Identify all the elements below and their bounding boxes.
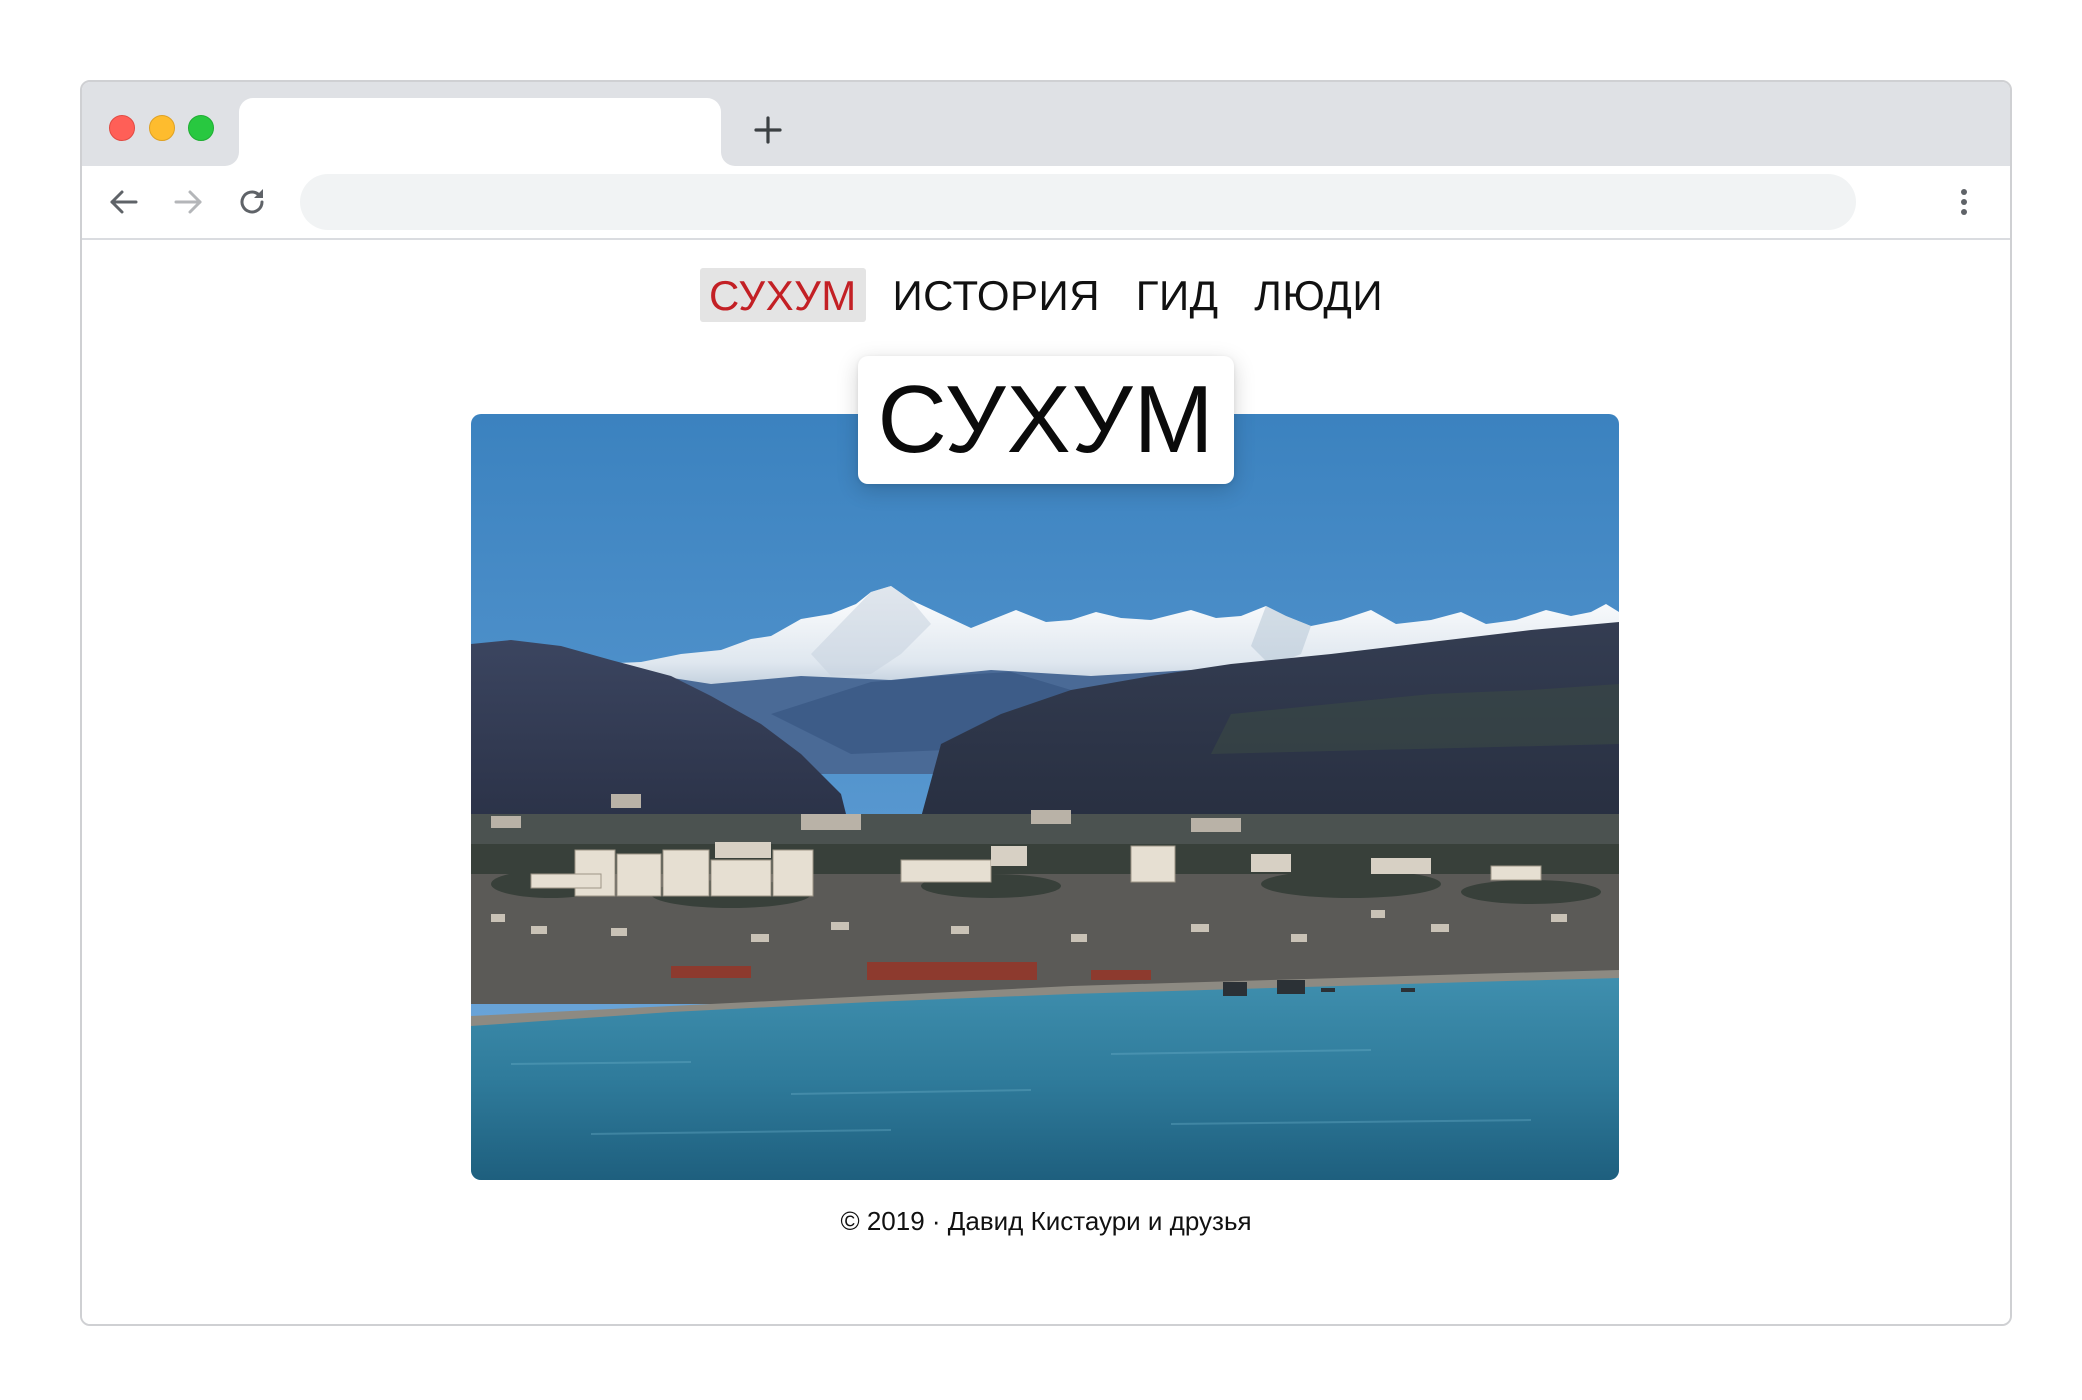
browser-toolbar: [82, 166, 2010, 240]
minimize-window-button[interactable]: [149, 115, 175, 141]
close-window-button[interactable]: [109, 115, 135, 141]
page-title: СУХУМ: [877, 366, 1215, 473]
maximize-window-button[interactable]: [188, 115, 214, 141]
new-tab-button[interactable]: [750, 112, 786, 148]
nav-link-people[interactable]: ЛЮДИ: [1245, 268, 1392, 322]
reload-icon: [240, 189, 264, 214]
address-bar[interactable]: [300, 174, 1856, 230]
nav-link-history[interactable]: ИСТОРИЯ: [883, 268, 1109, 322]
back-button[interactable]: [106, 184, 142, 220]
browser-menu-button[interactable]: [1946, 184, 1982, 220]
reload-button[interactable]: [234, 184, 270, 220]
nav-link-sukhum[interactable]: СУХУМ: [699, 268, 866, 322]
forward-button[interactable]: [170, 184, 206, 220]
kebab-menu-icon: [1961, 189, 1967, 215]
page-footer: © 2019 · Давид Кистаури и друзья: [82, 1206, 2010, 1237]
nav-link-guide[interactable]: ГИД: [1127, 268, 1228, 322]
arrow-right-icon: [174, 190, 202, 214]
page-title-card: СУХУМ: [858, 356, 1234, 484]
browser-tab[interactable]: [239, 98, 721, 166]
hero-photo: [471, 414, 1619, 1180]
page-viewport: СУХУМ ИСТОРИЯ ГИД ЛЮДИ СУХУМ © 2019 · Да…: [82, 240, 2010, 1324]
browser-window: СУХУМ ИСТОРИЯ ГИД ЛЮДИ СУХУМ © 2019 · Да…: [80, 80, 2012, 1326]
arrow-left-icon: [110, 190, 138, 214]
site-navigation: СУХУМ ИСТОРИЯ ГИД ЛЮДИ: [82, 268, 2010, 322]
plus-icon: [754, 116, 782, 144]
city-landscape-image: [471, 414, 1619, 1180]
footer-copyright: © 2019 · Давид Кистаури и друзья: [840, 1206, 1252, 1236]
tab-bar: [82, 82, 2010, 166]
